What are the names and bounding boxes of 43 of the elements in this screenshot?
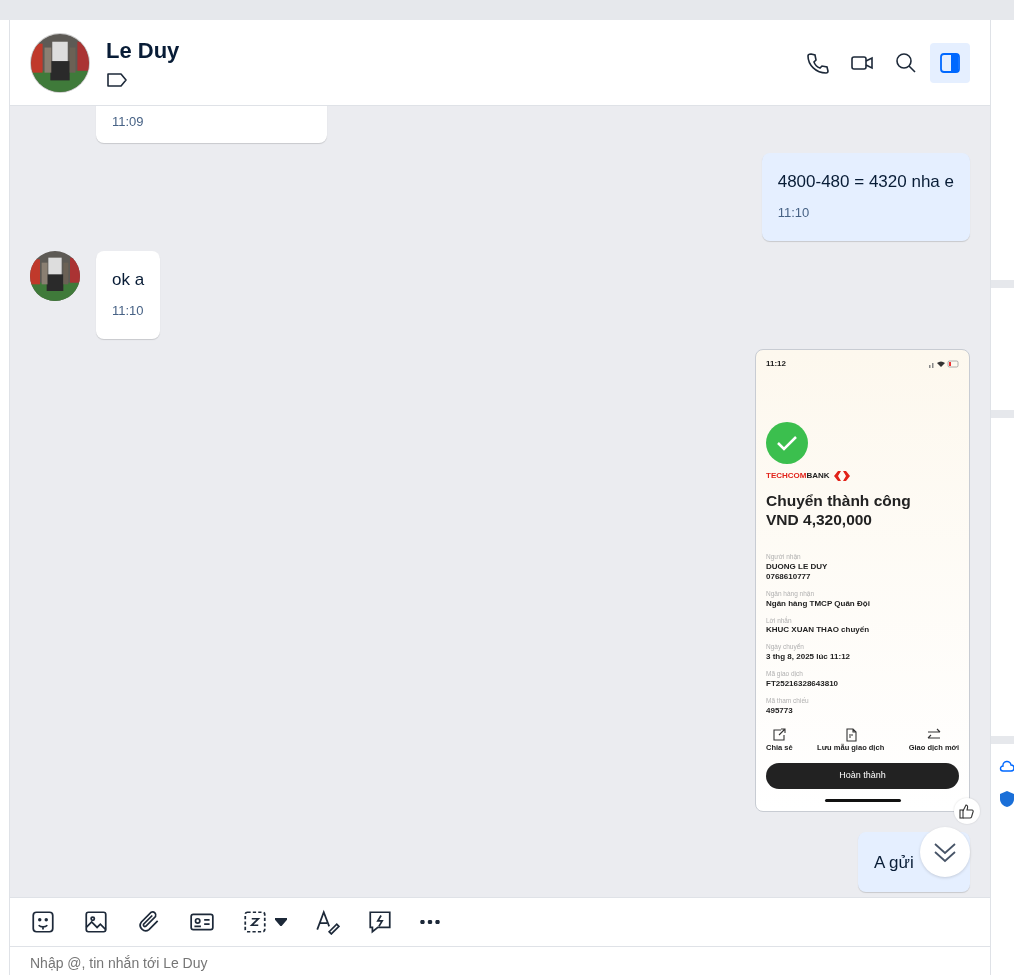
message-time: 11:09: [112, 112, 145, 131]
message-time: 11:10: [777, 203, 811, 222]
text-format-icon: [314, 909, 340, 935]
field-value: 3 thg 8, 2025 lúc 11:12: [766, 652, 852, 663]
avatar[interactable]: [30, 251, 80, 301]
cloud-icon[interactable]: [999, 760, 1014, 774]
message-input[interactable]: Nhập @, tin nhắn tới Le Duy: [30, 953, 430, 974]
bank-logo: TECHCOMBANK: [766, 470, 830, 482]
message-text: A gửi: [874, 852, 915, 874]
field-value: KHUC XUAN THAO chuyển: [766, 625, 871, 636]
panel-toggle-button[interactable]: [930, 42, 970, 83]
message-text: 4800-480 = 4320 nha e: [777, 171, 954, 193]
image-icon: [83, 909, 109, 935]
receipt-title: Chuyển thành công: [766, 492, 912, 511]
message-text: ok a: [112, 269, 145, 291]
caret-icon: [275, 918, 287, 926]
phone-icon: [806, 50, 830, 75]
search-icon: [894, 50, 918, 75]
receipt-screenshot[interactable]: [755, 349, 970, 812]
template-icon: [843, 727, 858, 742]
like-reaction[interactable]: [954, 798, 980, 824]
field-value: 0768610777: [766, 571, 812, 582]
status-icons-drawing: [929, 359, 959, 368]
field-value: DUONG LE DUY: [766, 561, 829, 572]
success-check-icon: [766, 422, 808, 464]
thumbs-up-icon: [959, 803, 975, 819]
screenshot-icon: [242, 909, 268, 935]
shield-icon[interactable]: [999, 790, 1014, 808]
status-time: 11:12: [766, 358, 787, 370]
tag-icon[interactable]: [106, 71, 128, 88]
more-icon: [420, 920, 440, 924]
receipt-amount: VND 4,320,000: [766, 510, 873, 530]
message-time: 11:10: [112, 301, 145, 320]
sticker-icon: [30, 909, 56, 935]
field-value: 495773: [766, 705, 794, 716]
quick-message-icon: [367, 909, 393, 935]
bank-logo-icon: [833, 470, 850, 481]
share-icon: [772, 727, 787, 742]
contact-name: Le Duy: [106, 37, 180, 65]
done-button[interactable]: Hoàn thành: [766, 762, 959, 789]
field-value: FT25216328643810: [766, 678, 840, 689]
sidebar-icon: [938, 50, 962, 75]
field-value: Ngân hàng TMCP Quân Đội: [766, 598, 871, 609]
